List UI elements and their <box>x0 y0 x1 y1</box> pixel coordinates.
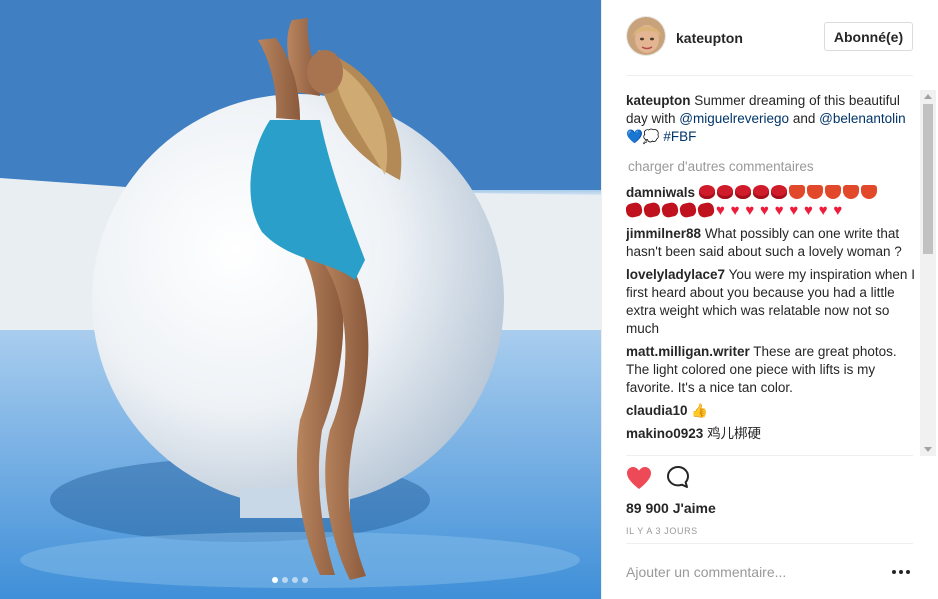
carousel-dot[interactable] <box>282 577 288 583</box>
avatar-image <box>627 17 665 55</box>
post-panel: kateupton Abonné(e) kateupton Summer dre… <box>601 0 938 599</box>
list-item: lovelyladylace7 You were my inspiration … <box>626 266 921 338</box>
list-item: makino0923 鸡儿梆硬 <box>626 425 921 443</box>
post-timestamp[interactable]: IL Y A 3 JOURS <box>626 526 698 536</box>
list-item: claudia10 👍 <box>626 402 921 420</box>
carousel-dot[interactable] <box>292 577 298 583</box>
comment-author[interactable]: claudia10 <box>626 403 688 418</box>
action-divider <box>626 455 913 456</box>
caption-author[interactable]: kateupton <box>626 93 691 108</box>
add-comment-input[interactable] <box>626 564 876 580</box>
caption-text-2: and <box>792 111 816 126</box>
avatar[interactable] <box>626 16 666 56</box>
follow-button[interactable]: Abonné(e) <box>824 22 913 51</box>
caption: kateupton Summer dreaming of this beauti… <box>626 92 921 146</box>
photo-illustration <box>0 0 601 599</box>
username-link[interactable]: kateupton <box>676 30 743 46</box>
comment-author[interactable]: lovelyladylace7 <box>626 267 725 282</box>
comment-bubble-icon[interactable] <box>666 465 690 494</box>
comments-scrollbar[interactable] <box>920 90 936 456</box>
hashtag-link[interactable]: #FBF <box>663 129 696 144</box>
more-options-icon[interactable] <box>892 570 910 574</box>
carousel-dot[interactable] <box>272 577 278 583</box>
scroll-thumb[interactable] <box>923 104 933 254</box>
list-item: matt.milligan.writer These are great pho… <box>626 343 921 397</box>
mention-link[interactable]: @belenantolin <box>819 111 906 126</box>
carousel-dot[interactable] <box>302 577 308 583</box>
list-item: jimmilner88 What possibly can one write … <box>626 225 921 261</box>
load-more-comments-link[interactable]: charger d'autres commentaires <box>628 158 921 176</box>
likes-count[interactable]: 89 900 J'aime <box>626 500 716 516</box>
comment-author[interactable]: damniwals <box>626 185 695 200</box>
scroll-down-arrow-icon[interactable] <box>924 447 932 452</box>
like-heart-icon[interactable] <box>626 466 652 495</box>
post-header: kateupton Abonné(e) <box>626 16 913 76</box>
mention-link[interactable]: @miguelreveriego <box>679 111 789 126</box>
comment-text: 鸡儿梆硬 <box>707 426 762 441</box>
comment-author[interactable]: makino0923 <box>626 426 703 441</box>
carousel-indicator <box>272 577 308 583</box>
comment-text: 👍 <box>691 403 709 418</box>
comment-author[interactable]: jimmilner88 <box>626 226 701 241</box>
caption-emoji: 💙💭 <box>626 129 660 144</box>
post-photo[interactable] <box>0 0 601 599</box>
comment-author[interactable]: matt.milligan.writer <box>626 344 750 359</box>
add-comment-section <box>626 543 913 599</box>
list-item: damniwals ♥ ♥ ♥ ♥ ♥ ♥ ♥ ♥ ♥ <box>626 184 921 220</box>
scroll-up-arrow-icon[interactable] <box>924 94 932 99</box>
comments-list: kateupton Summer dreaming of this beauti… <box>626 92 921 454</box>
